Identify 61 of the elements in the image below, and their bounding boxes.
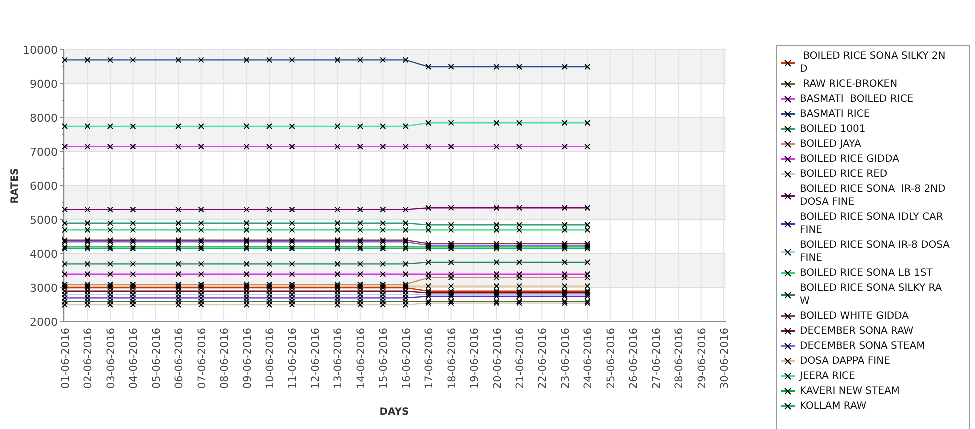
x-tick-label: 23-06-2016 — [560, 328, 572, 390]
legend-label: BOILED RICE SONA SILKY RAW — [800, 282, 944, 308]
legend-label: BASMATI BOILED RICE — [800, 93, 915, 106]
legend-label: KOLLAM RAW — [800, 400, 868, 413]
x-tick-label: 01-06-2016 — [60, 328, 72, 390]
legend-label: DOSA DAPPA FINE — [800, 355, 892, 368]
legend-label: BOILED RICE SONA IR-8 DOSA FINE — [800, 239, 950, 265]
legend-label: BOILED RICE SONA IR-8 2ND DOSA FINE — [800, 183, 947, 209]
y-tick-label: 2000 — [30, 316, 58, 329]
y-tick-label: 6000 — [30, 180, 58, 193]
x-tick-label: 14-06-2016 — [355, 328, 368, 390]
legend-label: DECEMBER SONA RAW — [800, 325, 915, 338]
legend-label: KAVERI NEW STEAM — [800, 385, 901, 398]
y-tick-label: 10000 — [23, 44, 58, 57]
x-tick-label: 15-06-2016 — [378, 328, 390, 390]
y-tick-label: 4000 — [30, 248, 58, 261]
x-tick-label: 03-06-2016 — [105, 328, 118, 390]
x-tick-label: 24-06-2016 — [582, 328, 595, 390]
x-tick-label: 30-06-2016 — [719, 328, 731, 390]
x-tick-label: 12-06-2016 — [310, 328, 322, 390]
legend-label: BOILED RICE RED — [800, 168, 889, 181]
x-tick-label: 27-06-2016 — [650, 328, 663, 390]
legend-label: DECEMBER SONA STEAM — [800, 340, 926, 353]
x-tick-label: 09-06-2016 — [242, 328, 254, 390]
x-tick-label: 08-06-2016 — [219, 328, 232, 390]
legend-label: BOILED 1001 — [800, 123, 867, 136]
x-tick-label: 07-06-2016 — [196, 328, 208, 390]
y-tick-label: 3000 — [30, 282, 58, 295]
x-tick-label: 17-06-2016 — [424, 328, 436, 390]
x-tick-label: 28-06-2016 — [674, 328, 686, 390]
legend-label: JEERA RICE — [800, 370, 856, 383]
x-tick-label: 21-06-2016 — [514, 328, 526, 390]
x-tick-label: 19-06-2016 — [469, 328, 482, 390]
legend-label: BOILED WHITE GIDDA — [800, 310, 910, 323]
legend-label: BOILED RICE GIDDA — [800, 153, 900, 166]
y-tick-label: 5000 — [30, 214, 58, 227]
x-tick-label: 06-06-2016 — [174, 328, 186, 390]
x-tick-label: 22-06-2016 — [537, 328, 550, 390]
y-tick-label: 9000 — [30, 78, 58, 91]
legend-label: BOILED RICE SONA IDLY CAR FINE — [800, 211, 944, 237]
x-tick-label: 16-06-2016 — [400, 328, 413, 390]
x-tick-label: 26-06-2016 — [628, 328, 640, 390]
y-axis-title: RATES — [10, 168, 21, 204]
x-tick-label: 04-06-2016 — [128, 328, 140, 390]
legend-label: BOILED RICE SONA LB 1ST — [800, 267, 934, 280]
x-tick-label: 25-06-2016 — [605, 328, 618, 390]
x-tick-label: 02-06-2016 — [82, 328, 95, 390]
x-axis-title: DAYS — [380, 407, 410, 418]
y-tick-label: 7000 — [30, 146, 58, 159]
legend-label: BOILED RICE SONA SILKY 2ND — [800, 50, 947, 76]
x-tick-label: 05-06-2016 — [150, 328, 163, 390]
x-tick-label: 18-06-2016 — [446, 328, 458, 390]
x-tick-label: 11-06-2016 — [287, 328, 300, 390]
y-tick-label: 8000 — [30, 112, 58, 125]
legend-label: BASMATI RICE — [800, 108, 872, 121]
legend-label: RAW RICE-BROKEN — [802, 78, 899, 91]
x-tick-label: 29-06-2016 — [696, 328, 708, 390]
x-tick-label: 13-06-2016 — [332, 328, 345, 390]
x-tick-label: 20-06-2016 — [492, 328, 504, 390]
x-tick-label: 10-06-2016 — [264, 328, 277, 390]
legend-label: BOILED JAYA — [800, 138, 862, 151]
